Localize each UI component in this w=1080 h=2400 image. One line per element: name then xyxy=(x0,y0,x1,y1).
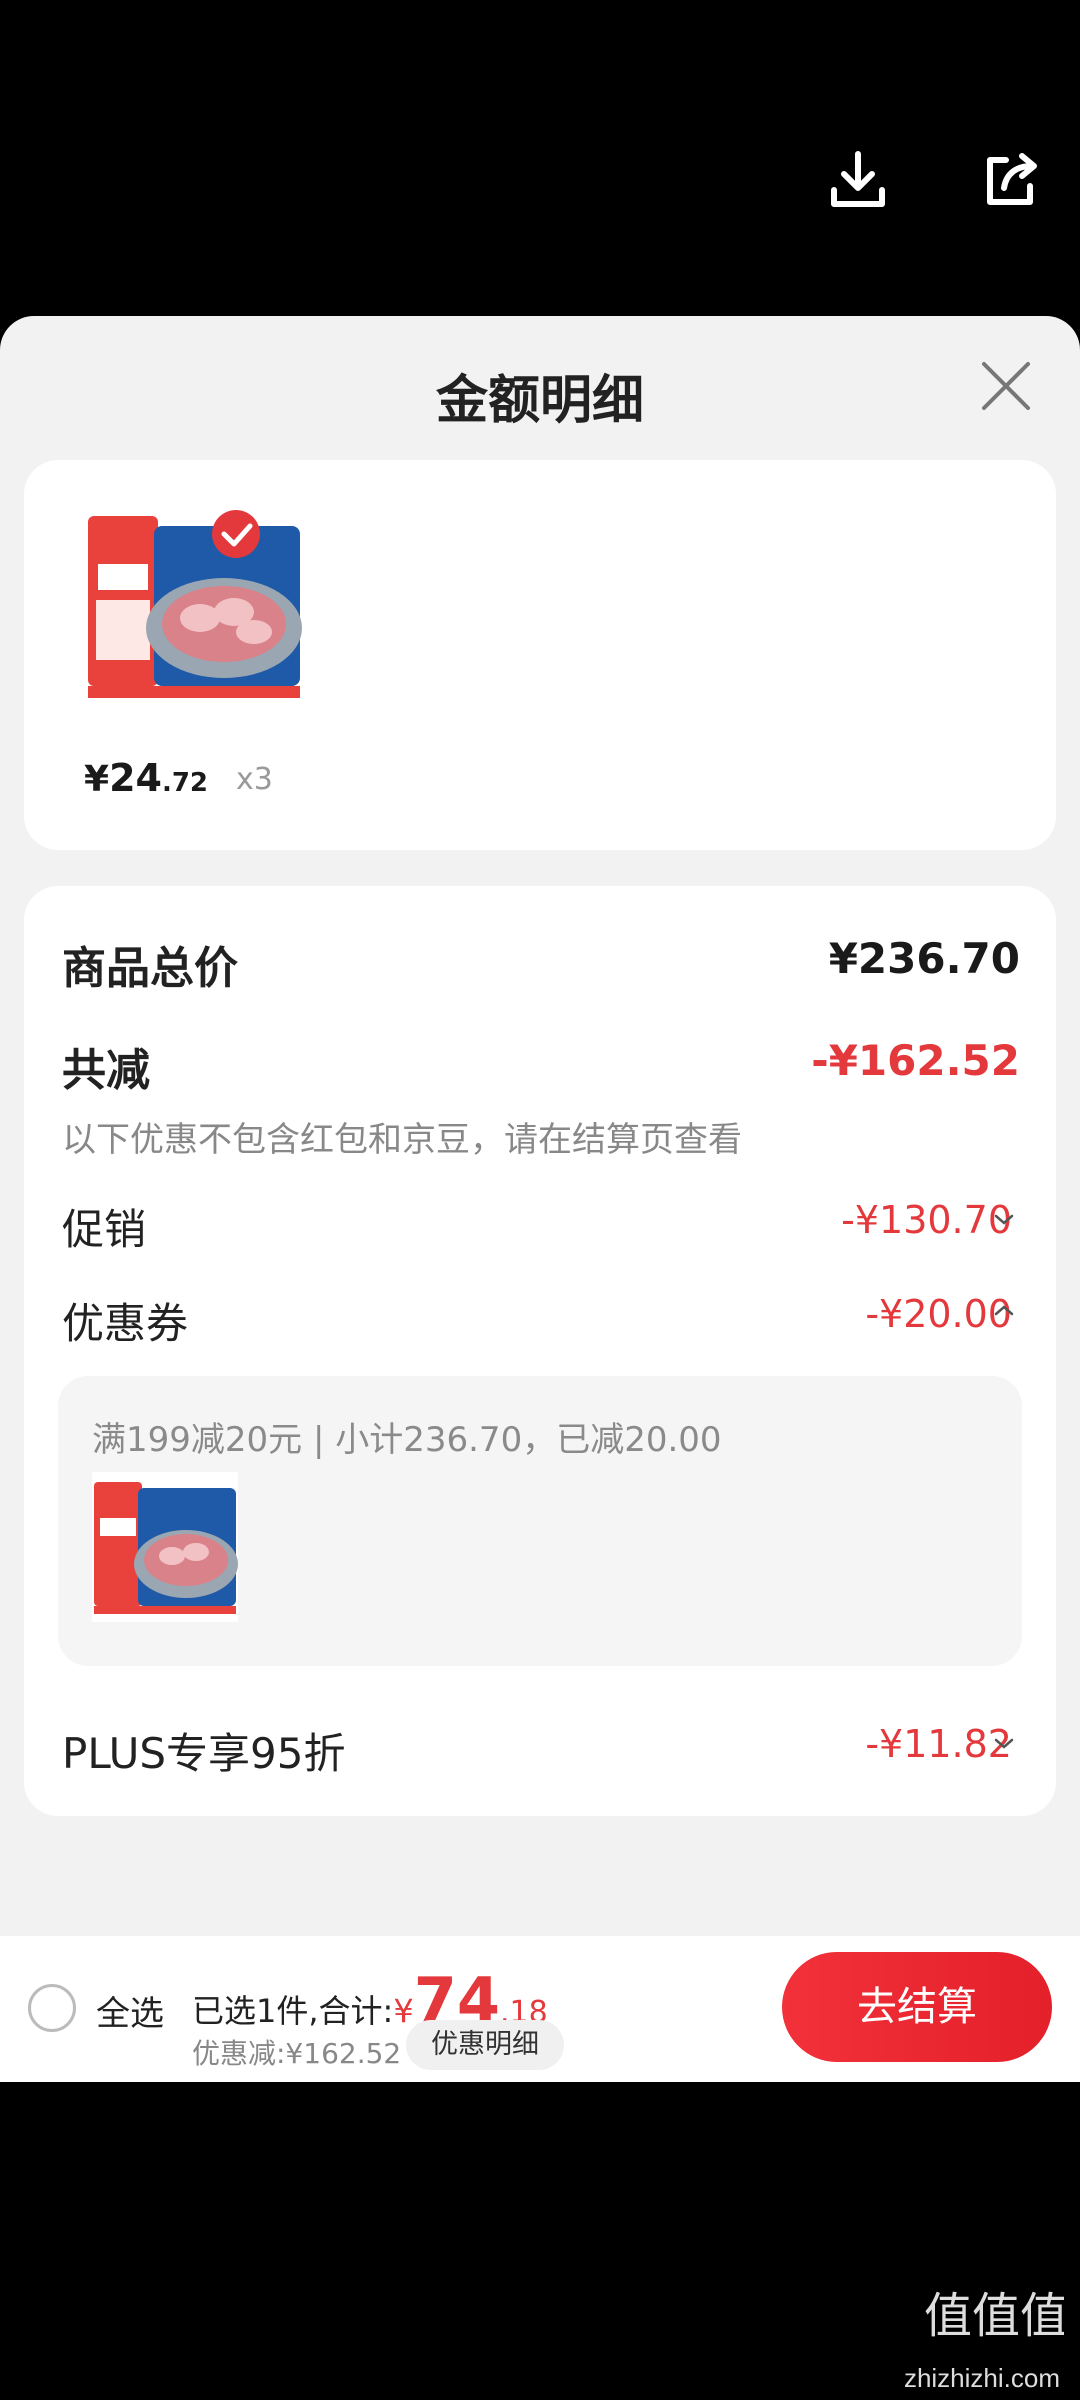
price-breakdown-card: 商品总价 ¥236.70 共减 -¥162.52 以下优惠不包含红包和京豆，请在… xyxy=(24,886,1056,1816)
coupon-label: 优惠券 xyxy=(62,1299,189,1348)
bottom-area: 值值值 zhizhizhi.com xyxy=(0,2082,1080,2400)
download-icon[interactable] xyxy=(826,148,890,212)
watermark-text: zhizhizhi.com xyxy=(903,2363,1060,2393)
promotion-label: 促销 xyxy=(62,1205,147,1254)
coupon-detail-box: 满199减20元 | 小计236.70，已减20.00 xyxy=(58,1376,1022,1666)
close-icon[interactable] xyxy=(978,358,1034,414)
checkout-button[interactable]: 去结算 xyxy=(782,1952,1052,2062)
watermark-logo-icon: 值值值 xyxy=(924,2288,1064,2344)
coupon-product-image[interactable] xyxy=(92,1472,238,1622)
select-all-label[interactable]: 全选 xyxy=(96,1986,164,2035)
promotion-value[interactable]: -¥130.70 xyxy=(841,1198,1012,1242)
sheet-title: 金额明细 xyxy=(435,371,644,431)
chevron-down-icon[interactable] xyxy=(992,1732,1016,1756)
top-bar xyxy=(0,0,1080,316)
total-reduction-label: 共减 xyxy=(62,1045,150,1096)
chevron-up-icon[interactable] xyxy=(992,1298,1016,1322)
total-price-value: ¥236.70 xyxy=(828,934,1020,983)
total-price-label: 商品总价 xyxy=(62,943,238,994)
product-image[interactable] xyxy=(84,500,304,710)
product-price: ¥24.72 xyxy=(84,756,209,800)
product-card: ¥24.72 x3 xyxy=(24,460,1056,850)
plus-discount-value[interactable]: -¥11.82 xyxy=(865,1722,1012,1766)
coupon-value[interactable]: -¥20.00 xyxy=(865,1292,1012,1336)
reduction-note: 以下优惠不包含红包和京豆，请在结算页查看 xyxy=(62,1120,742,1160)
total-reduction-value: -¥162.52 xyxy=(811,1036,1020,1085)
select-all-radio[interactable] xyxy=(28,1984,76,2032)
checkout-bar: 全选 已选1件,合计:¥74.18 优惠减:¥162.52 优惠明细 去结算 xyxy=(0,1936,1080,2082)
plus-discount-label: PLUS专享95折 xyxy=(62,1729,346,1778)
chevron-down-icon[interactable] xyxy=(992,1208,1016,1232)
amount-detail-sheet: 金额明细 ¥24.72 x3 商品总价 ¥236.70 共减 -¥162.52 … xyxy=(0,316,1080,2082)
discount-summary: 优惠减:¥162.52 xyxy=(192,2037,402,2070)
discount-detail-button[interactable]: 优惠明细 xyxy=(406,2020,564,2070)
coupon-detail-text: 满199减20元 | 小计236.70，已减20.00 xyxy=(92,1420,722,1460)
svg-text:值值值: 值值值 xyxy=(924,2288,1064,2344)
share-icon[interactable] xyxy=(978,148,1042,212)
product-quantity: x3 xyxy=(236,762,273,797)
